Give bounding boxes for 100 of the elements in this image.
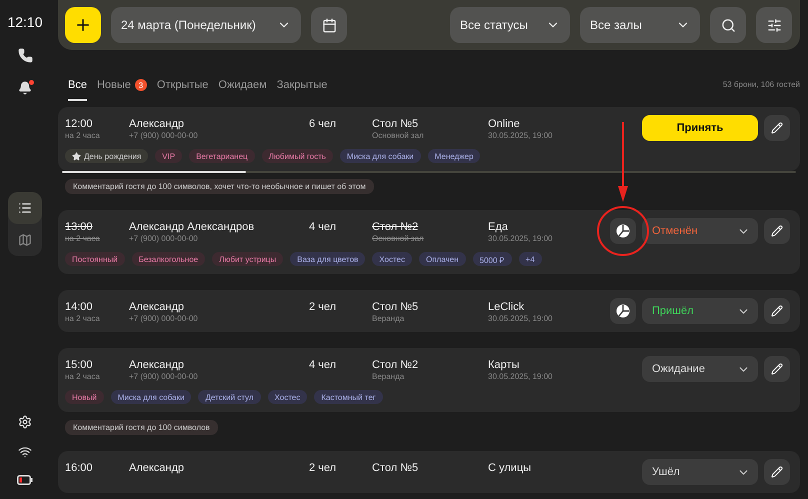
plus-icon [74, 16, 92, 34]
guest-phone: +7 (900) 000-00-00 [129, 314, 199, 323]
booking-created: 30.05.2025, 19:00 [488, 234, 554, 243]
reservation-time: 12:00 [65, 117, 94, 130]
reservation-duration: на 2 часа [65, 314, 101, 323]
edit-button[interactable] [764, 298, 790, 324]
filter-tab[interactable]: Закрытые [276, 79, 328, 101]
tag: Детский стул [198, 390, 261, 404]
hall-name: Основной зал [372, 234, 425, 243]
list-icon [18, 201, 32, 215]
table-number: Стол №5 [372, 461, 420, 474]
calendar-icon [322, 18, 336, 32]
guest-count: 2 чел [309, 300, 338, 313]
reservation-duration: на 2 часа [65, 372, 101, 381]
booking-created: 30.05.2025, 19:00 [488, 314, 554, 323]
stats-button[interactable] [610, 218, 636, 244]
filter-tab[interactable]: Ожидаем [218, 79, 267, 101]
guest-comment: Комментарий гостя до 100 символов [65, 420, 218, 435]
filter-tab[interactable]: Новые 3 [96, 79, 147, 101]
hall-name: Веранда [372, 372, 406, 381]
guest-name: Александр [129, 117, 186, 130]
guest-count: 4 чел [309, 358, 338, 371]
booking-source: С улицы [488, 461, 532, 474]
tag: Кастомный тег [314, 390, 383, 404]
guest-phone: +7 (900) 000-00-00 [129, 234, 199, 243]
pencil-icon [771, 122, 783, 134]
table-number: Стол №2 [372, 220, 420, 233]
booking-source: Еда [488, 220, 509, 233]
status-dropdown[interactable]: Ожидание [642, 356, 758, 382]
edit-button[interactable] [764, 218, 790, 244]
stats-button[interactable] [610, 298, 636, 324]
wifi-icon [18, 445, 32, 459]
hall-name: Веранда [372, 314, 406, 323]
hall-name: Основной зал [372, 131, 425, 140]
guest-count: 2 чел [309, 461, 338, 474]
reservation-card[interactable]: 13:00 на 2 часа Александр Александров +7 (900) 000-00-00 4 чел Стол №2 Основной зал Еда 30.05.2025, 19:00 Отменён Постоянный Безалкогольное Любит устрицы Ваза для цветов Хостес Оплачен 5000 ₽ +4 [58, 210, 800, 274]
star-icon [72, 152, 81, 160]
search-button[interactable] [710, 7, 746, 43]
reservation-duration: на 2 часа [65, 234, 101, 243]
reservation-card[interactable]: 12:00 на 2 часа Александр +7 (900) 000-00-00 6 чел Стол №5 Основной зал Online 30.05.2025, 19:00 Принять День рождения VIP Вегетарианец Любимый гость Миска для собаки Менеджер [58, 107, 800, 171]
tag: Ваза для цветов [290, 252, 366, 266]
reservation-time: 14:00 [65, 300, 94, 313]
pencil-icon [771, 363, 783, 375]
tag: 5000 ₽ [472, 252, 512, 266]
pie-chart-icon [616, 224, 630, 238]
tag: Оплачен [418, 252, 466, 266]
tag: Вегетарианец [189, 149, 255, 163]
booking-created: 30.05.2025, 19:00 [488, 372, 554, 381]
tag: +4 [518, 252, 542, 266]
guest-count: 6 чел [309, 117, 338, 130]
pencil-icon [771, 466, 783, 478]
tag: Миска для собаки [110, 390, 192, 404]
filter-tab[interactable]: Открытые [156, 79, 208, 101]
pencil-icon [771, 305, 783, 317]
reservation-time: 13:00 [65, 220, 94, 233]
count-badge: 3 [134, 79, 147, 91]
reservation-card[interactable]: 15:00 на 2 часа Александр +7 (900) 000-00-00 4 чел Стол №2 Веранда Карты 30.05.2025, 19:00 Ожидание Новый Миска для собаки Детский стул Хостес Кастомный тег [58, 348, 800, 412]
filter-tab[interactable]: Все [68, 79, 87, 101]
map-icon [18, 233, 32, 247]
clock: 12:10 [7, 14, 43, 30]
filters-button[interactable] [756, 7, 792, 43]
guest-name: Александр [129, 461, 186, 474]
booking-source: LeClick [488, 300, 526, 313]
reservation-card[interactable]: 16:00 Александр 2 чел Стол №5 С улицы Ушёл [58, 451, 800, 493]
edit-button[interactable] [764, 115, 790, 141]
guest-phone: +7 (900) 000-00-00 [129, 372, 199, 381]
guest-count: 4 чел [309, 220, 338, 233]
hall-filter-dropdown[interactable]: Все залы [580, 7, 700, 43]
status-dropdown[interactable]: Пришёл [642, 298, 758, 324]
accept-button[interactable]: Принять [642, 115, 758, 141]
bell-icon[interactable] [18, 81, 32, 95]
booking-source: Online [488, 117, 521, 130]
booking-created: 30.05.2025, 19:00 [488, 131, 554, 140]
reservation-card[interactable]: 14:00 на 2 часа Александр +7 (900) 000-00-00 2 чел Стол №5 Веранда LeClick 30.05.2025, 19:00 Пришёл [58, 290, 800, 332]
table-number: Стол №2 [372, 358, 420, 371]
tag: Менеджер [428, 149, 480, 163]
edit-button[interactable] [764, 459, 790, 485]
tag: Хостес [372, 252, 412, 266]
tag: Миска для собаки [340, 149, 421, 163]
pie-chart-icon [616, 304, 630, 318]
guest-comment: Комментарий гостя до 100 символов, хочет что-то необычное и пишет об этом [65, 179, 374, 194]
status-filter-dropdown[interactable]: Все статусы [450, 7, 570, 43]
date-dropdown[interactable]: 24 марта (Понедельник) [111, 7, 301, 43]
table-number: Стол №5 [372, 117, 420, 130]
calendar-button[interactable] [311, 7, 347, 43]
settings-icon[interactable] [18, 415, 32, 429]
guest-name: Александр Александров [129, 220, 256, 233]
status-dropdown[interactable]: Ушёл [642, 459, 758, 485]
table-number: Стол №5 [372, 300, 420, 313]
reservation-time: 16:00 [65, 461, 94, 474]
tag: Безалкогольное [132, 252, 206, 266]
tag: VIP [155, 149, 182, 163]
list-view-button[interactable] [8, 192, 42, 224]
add-button[interactable] [65, 7, 101, 43]
guest-phone: +7 (900) 000-00-00 [129, 131, 199, 140]
booking-source: Карты [488, 358, 520, 371]
phone-icon[interactable] [18, 48, 32, 63]
search-icon [720, 18, 736, 32]
tag: День рождения [65, 149, 148, 163]
edit-button[interactable] [764, 356, 790, 382]
